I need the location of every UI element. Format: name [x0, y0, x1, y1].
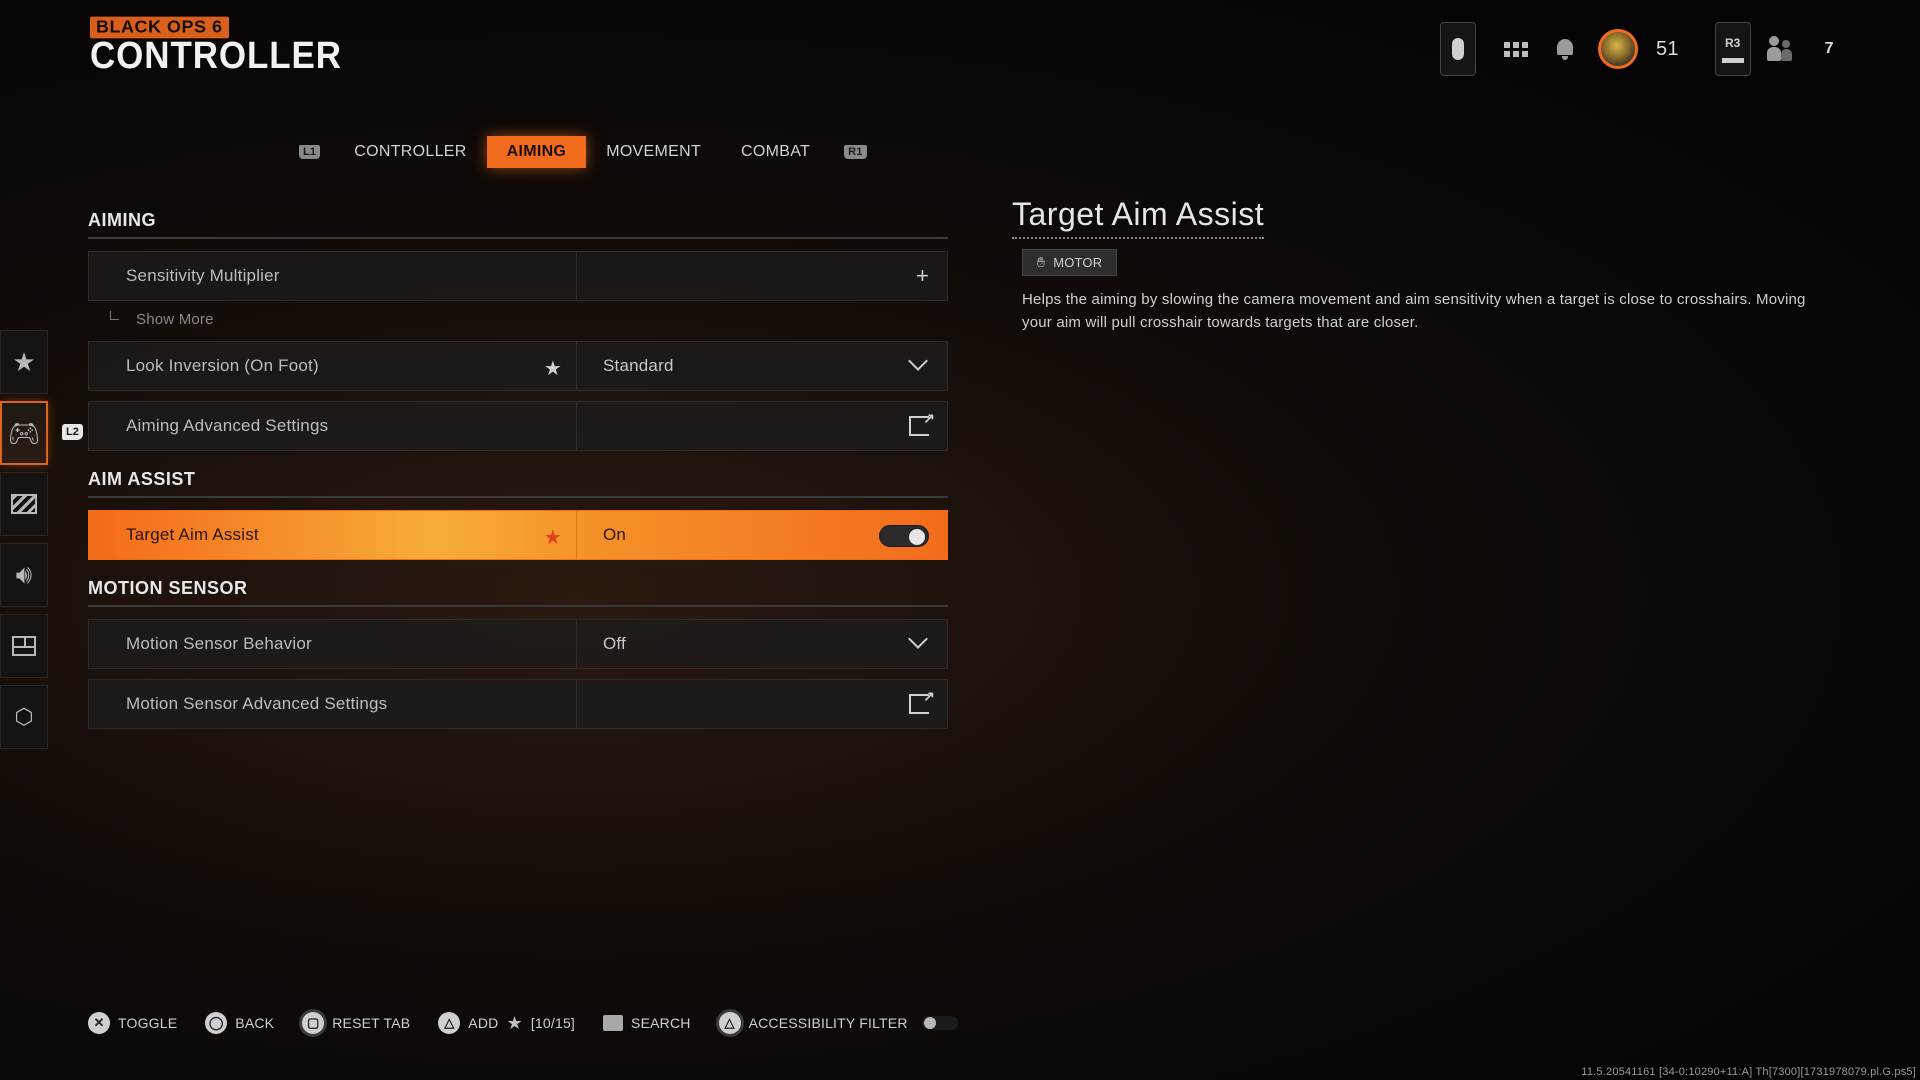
hint-toggle[interactable]: ✕ TOGGLE [88, 1012, 177, 1034]
tab-movement[interactable]: MOVEMENT [586, 136, 721, 168]
l1-bumper-icon[interactable]: L1 [299, 145, 321, 159]
settings-panel: AIMING Sensitivity Multiplier + Show Mor… [88, 210, 948, 739]
keyboard-icon [603, 1015, 624, 1031]
hint-label: BACK [235, 1015, 275, 1031]
hint-accessibility-filter[interactable]: △ ACCESSIBILITY FILTER [718, 1012, 958, 1034]
l2-trigger-icon: L2 [62, 424, 83, 440]
hint-search[interactable]: SEARCH [603, 1015, 691, 1031]
player-level: 51 [1656, 37, 1679, 60]
setting-label: Look Inversion (On Foot) [126, 356, 319, 375]
r3-bar-icon [1721, 57, 1744, 63]
pill-menu-icon [1452, 38, 1464, 60]
display-icon [11, 494, 37, 514]
build-info: 11.5.20541161 [34-0:10290+11:A] Th[7300]… [1581, 1066, 1916, 1078]
notification-bell-icon[interactable] [1554, 37, 1576, 61]
hint-reset-tab[interactable]: ▢ RESET TAB [302, 1012, 410, 1034]
section-title-aiming: AIMING [88, 210, 948, 239]
description-text: Helps the aiming by slowing the camera m… [1022, 291, 1806, 331]
chevron-down-icon[interactable] [908, 351, 928, 371]
tab-bar: L1 CONTROLLER AIMING MOVEMENT COMBAT R1 [285, 136, 881, 168]
hand-icon: ✋︎ [1037, 254, 1046, 270]
triangle-button-icon: △ [718, 1012, 741, 1034]
description-panel: Target Aim Assist ✋︎ MOTOR Helps the aim… [1012, 196, 1822, 334]
hint-label: TOGGLE [118, 1015, 178, 1031]
r3-social-button[interactable]: R3 [1714, 22, 1751, 76]
aim-assist-toggle[interactable] [879, 525, 929, 547]
sidebar-item-network[interactable]: ⬡ [0, 685, 48, 749]
toggle-knob [923, 1017, 936, 1029]
chevron-down-icon[interactable] [908, 629, 928, 649]
plus-icon[interactable]: + [916, 264, 929, 288]
category-tag: ✋︎ MOTOR [1022, 249, 1118, 276]
triangle-button-icon: △ [438, 1012, 461, 1034]
status-bar: 51 R3 7 [1440, 21, 1834, 77]
friends-icon[interactable] [1766, 36, 1793, 62]
sidebar-item-favorites[interactable]: ★ [0, 330, 48, 394]
external-link-icon[interactable] [909, 688, 935, 714]
sidebar: ★ 🎮︎ 🔊︎ ⬡ [0, 330, 48, 756]
network-icon: ⬡ [14, 704, 34, 729]
setting-target-aim-assist[interactable]: Target Aim Assist ★ On [88, 510, 948, 560]
brand: BLACK OPS 6 CONTROLLER [90, 16, 364, 75]
setting-value: On [603, 525, 627, 544]
apps-grid-icon[interactable] [1504, 41, 1528, 57]
setting-label: Target Aim Assist [126, 525, 259, 544]
setting-value: Off [603, 634, 626, 653]
tab-controller[interactable]: CONTROLLER [334, 136, 486, 168]
section-title-motion-sensor: MOTION SENSOR [88, 578, 948, 607]
tab-aiming[interactable]: AIMING [486, 136, 587, 168]
sidebar-item-graphics[interactable] [0, 472, 48, 536]
setting-label: Sensitivity Multiplier [126, 266, 280, 285]
favorite-star-icon[interactable]: ★ [544, 356, 562, 381]
setting-label: Aiming Advanced Settings [126, 416, 329, 435]
setting-aiming-advanced[interactable]: Aiming Advanced Settings [88, 401, 948, 451]
cross-button-icon: ✕ [88, 1012, 110, 1034]
star-icon: ★ [506, 1012, 523, 1033]
setting-label: Motion Sensor Behavior [126, 634, 312, 653]
interface-icon [12, 636, 36, 656]
accessibility-filter-toggle[interactable] [921, 1016, 958, 1030]
r1-bumper-icon[interactable]: R1 [844, 145, 867, 159]
setting-value: Standard [603, 356, 674, 375]
external-link-icon[interactable] [909, 410, 935, 436]
description-title: Target Aim Assist [1012, 196, 1265, 239]
setting-look-inversion[interactable]: Look Inversion (On Foot) ★ Standard [88, 341, 948, 391]
section-title-aim-assist: AIM ASSIST [88, 469, 948, 498]
setting-motion-sensor-advanced[interactable]: Motion Sensor Advanced Settings [88, 679, 948, 729]
square-button-icon: ▢ [302, 1012, 325, 1034]
hint-label: ADD [468, 1015, 499, 1031]
favorites-count: [10/15] [530, 1015, 576, 1031]
tag-label: MOTOR [1053, 255, 1103, 270]
avatar[interactable] [1598, 29, 1638, 69]
sidebar-item-controller[interactable]: 🎮︎ [0, 401, 48, 465]
star-icon: ★ [12, 346, 36, 377]
setting-motion-sensor-behavior[interactable]: Motion Sensor Behavior Off [88, 619, 948, 669]
friends-count: 7 [1824, 40, 1834, 57]
sidebar-item-audio[interactable]: 🔊︎ [0, 543, 48, 607]
gamepad-icon: 🎮︎ [7, 417, 41, 448]
menu-button[interactable] [1440, 22, 1476, 76]
page-title: CONTROLLER [90, 35, 342, 77]
toggle-knob [909, 529, 925, 545]
speaker-icon: 🔊︎ [15, 559, 33, 589]
hint-label: SEARCH [631, 1015, 691, 1031]
hint-add-favorite[interactable]: △ ADD ★ [10/15] [438, 1012, 575, 1034]
hint-label: ACCESSIBILITY FILTER [748, 1015, 908, 1031]
favorite-star-icon[interactable]: ★ [544, 525, 562, 550]
tab-combat[interactable]: COMBAT [721, 136, 830, 168]
setting-label: Motion Sensor Advanced Settings [126, 694, 388, 713]
hint-back[interactable]: ◯ BACK [205, 1012, 274, 1034]
show-more-link[interactable]: Show More [88, 305, 948, 335]
circle-button-icon: ◯ [205, 1012, 228, 1034]
hint-label: RESET TAB [332, 1015, 411, 1031]
footer-hints: ✕ TOGGLE ◯ BACK ▢ RESET TAB △ ADD ★ [10/… [88, 1012, 986, 1034]
sidebar-item-interface[interactable] [0, 614, 48, 678]
r3-label: R3 [1724, 35, 1741, 50]
setting-sensitivity-multiplier[interactable]: Sensitivity Multiplier + [88, 251, 948, 301]
